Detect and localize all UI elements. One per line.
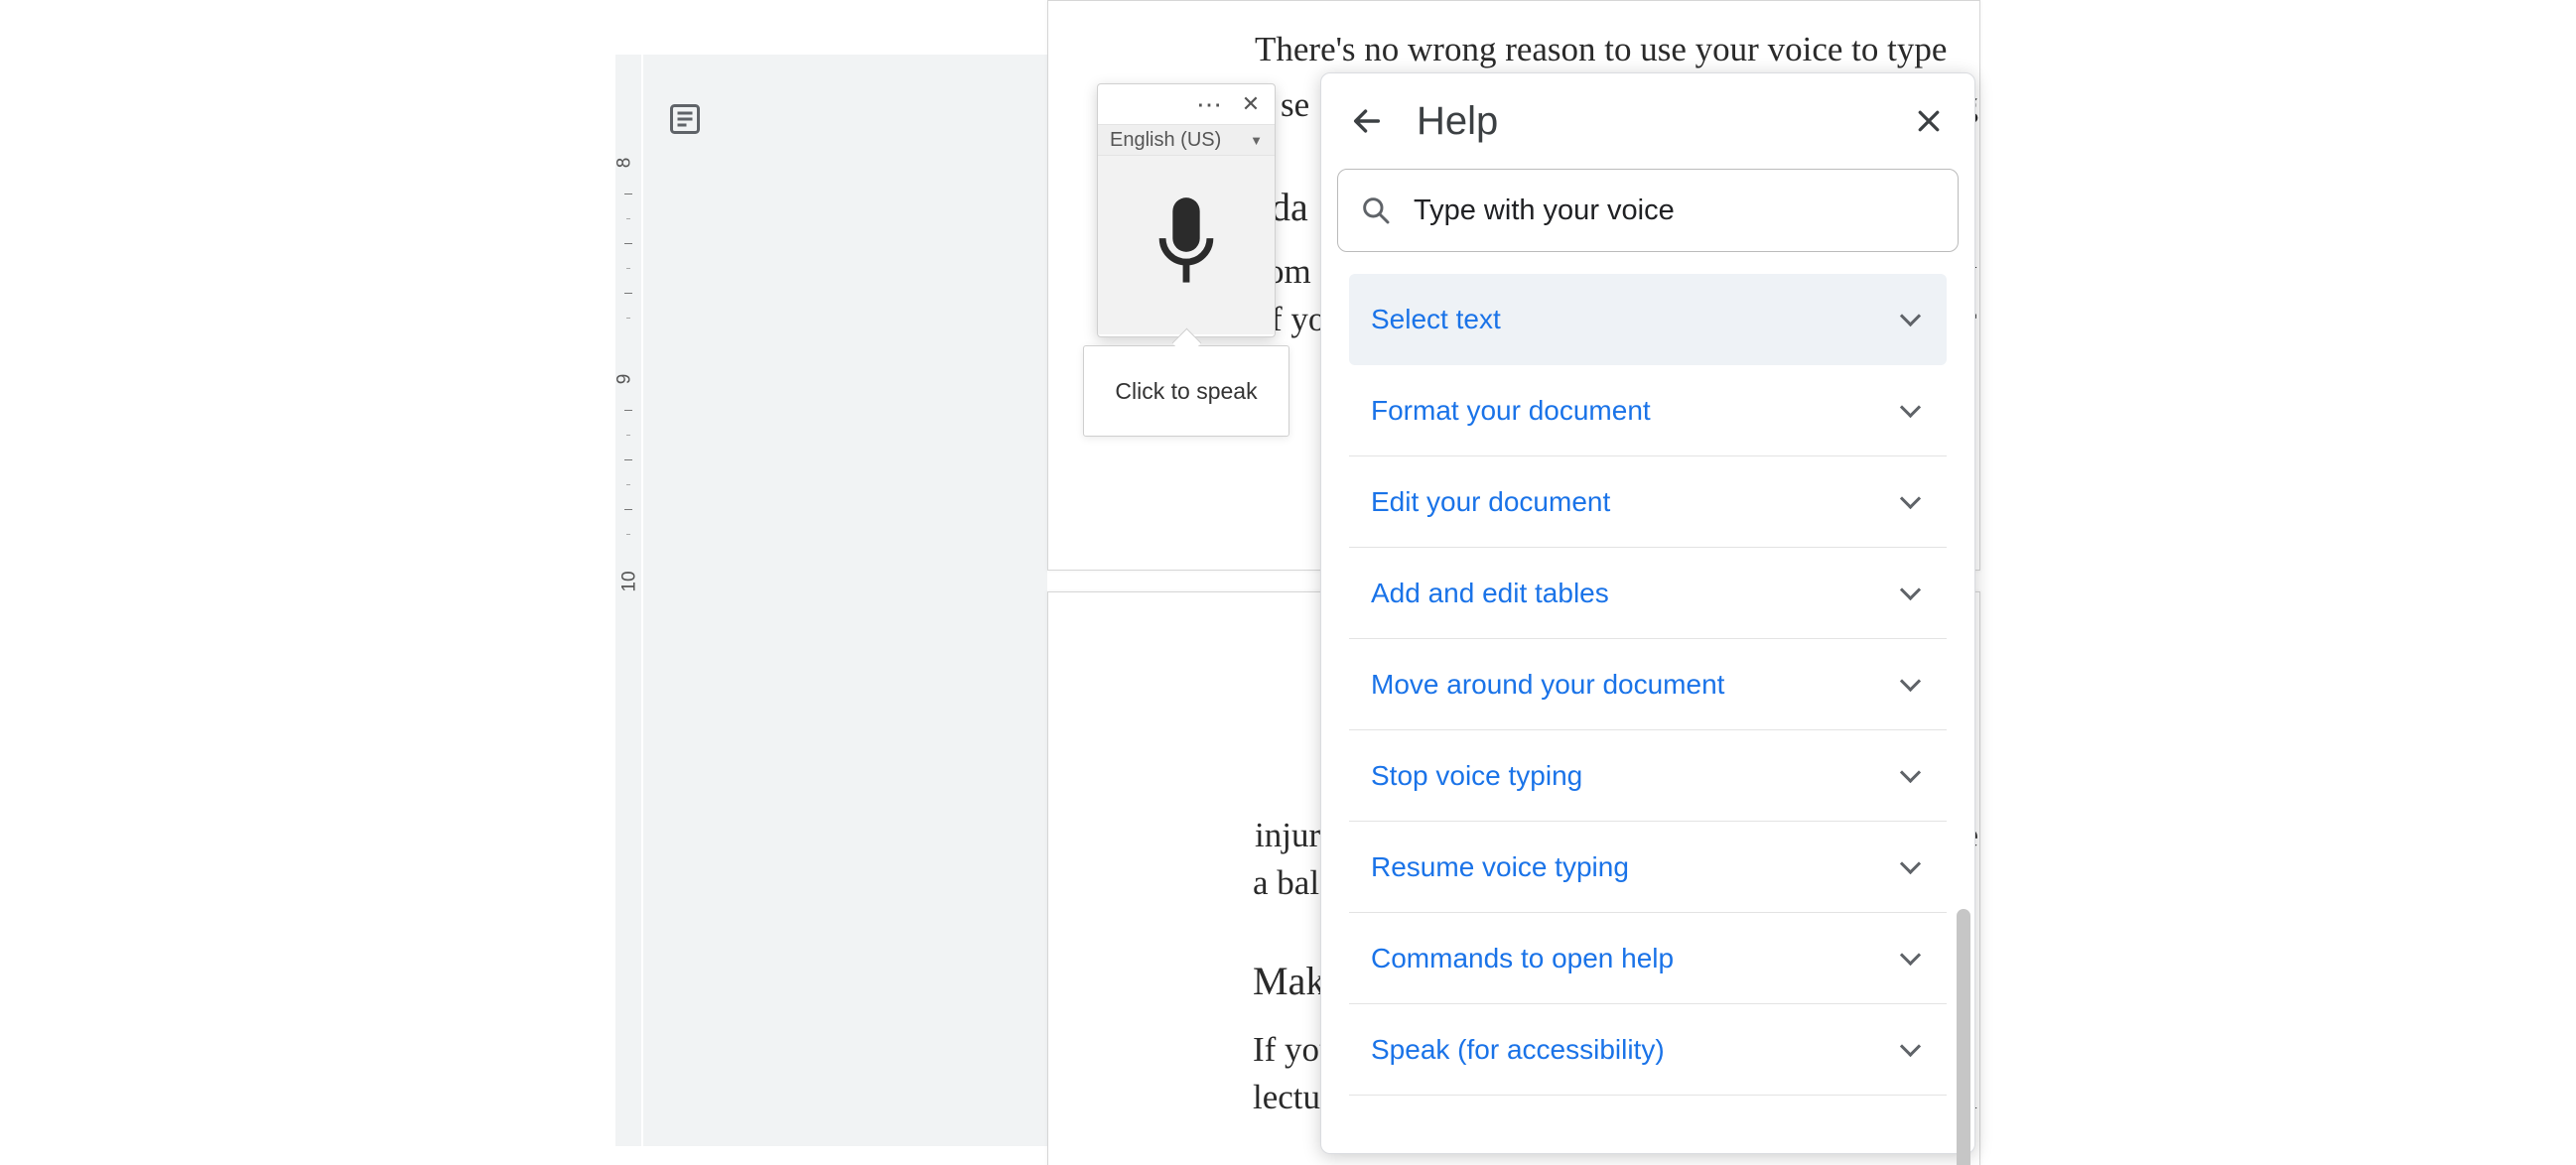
search-icon — [1360, 194, 1392, 226]
help-topic-move-around[interactable]: Move around your document — [1349, 639, 1947, 730]
help-topic-list: Select text Format your document Edit yo… — [1321, 274, 1974, 1153]
help-panel: Help Select text Format your document — [1320, 72, 1975, 1154]
dropdown-caret-icon: ▼ — [1250, 133, 1263, 148]
doc-text: There's no wrong reason to use your voic… — [1255, 26, 1947, 73]
voice-more-button[interactable]: ⋯ — [1191, 89, 1227, 119]
voice-language-dropdown[interactable]: English (US) ▼ — [1098, 124, 1275, 156]
ruler-label: 9 — [613, 374, 635, 385]
help-topic-label: Format your document — [1371, 395, 1651, 427]
help-topic-label: Move around your document — [1371, 669, 1724, 701]
help-title: Help — [1417, 99, 1879, 144]
chevron-down-icon — [1899, 763, 1925, 789]
help-topic-resume-voice-typing[interactable]: Resume voice typing — [1349, 822, 1947, 913]
voice-tooltip-text: Click to speak — [1115, 378, 1257, 405]
help-topic-label: Resume voice typing — [1371, 851, 1629, 883]
help-topic-commands-open-help[interactable]: Commands to open help — [1349, 913, 1947, 1004]
document-outline-button[interactable] — [663, 97, 707, 141]
help-search-box[interactable] — [1337, 169, 1959, 252]
outline-icon — [667, 101, 703, 137]
voice-tooltip: Click to speak — [1083, 345, 1289, 437]
voice-typing-panel[interactable]: ⋯ ✕ English (US) ▼ — [1097, 83, 1276, 337]
chevron-down-icon — [1899, 1037, 1925, 1063]
help-scrollbar-thumb[interactable] — [1957, 909, 1970, 1165]
chevron-down-icon — [1899, 854, 1925, 880]
chevron-down-icon — [1899, 307, 1925, 332]
help-header: Help — [1321, 73, 1974, 169]
help-close-button[interactable] — [1903, 95, 1955, 147]
doc-text: lectu — [1253, 1074, 1320, 1121]
doc-heading-fragment: da — [1271, 181, 1308, 235]
close-icon — [1914, 106, 1944, 136]
voice-language-label: English (US) — [1110, 129, 1221, 152]
help-topic-label: Stop voice typing — [1371, 760, 1582, 792]
ruler-label: 10 — [619, 571, 641, 591]
voice-close-button[interactable]: ✕ — [1233, 89, 1269, 119]
help-topic-speak-accessibility[interactable]: Speak (for accessibility) — [1349, 1004, 1947, 1096]
chevron-down-icon — [1899, 398, 1925, 424]
vertical-ruler: 8 9 10 — [615, 55, 641, 1146]
voice-mic-button[interactable] — [1098, 156, 1275, 334]
help-topic-label: Add and edit tables — [1371, 578, 1609, 609]
help-topic-label: Speak (for accessibility) — [1371, 1034, 1665, 1066]
close-icon: ✕ — [1242, 91, 1260, 117]
help-topic-edit-document[interactable]: Edit your document — [1349, 456, 1947, 548]
help-back-button[interactable] — [1341, 95, 1393, 147]
microphone-icon — [1146, 191, 1227, 300]
help-topic-format-document[interactable]: Format your document — [1349, 365, 1947, 456]
help-topic-label: Commands to open help — [1371, 943, 1674, 974]
arrow-left-icon — [1350, 104, 1384, 138]
chevron-down-icon — [1899, 489, 1925, 515]
left-margin — [643, 55, 1047, 1146]
chevron-down-icon — [1899, 581, 1925, 606]
doc-text: a bal — [1253, 859, 1319, 907]
more-icon: ⋯ — [1196, 89, 1222, 120]
help-topic-select-text[interactable]: Select text — [1349, 274, 1947, 365]
help-topic-add-edit-tables[interactable]: Add and edit tables — [1349, 548, 1947, 639]
doc-heading-fragment: Mak — [1253, 955, 1325, 1009]
chevron-down-icon — [1899, 672, 1925, 698]
help-topic-label: Select text — [1371, 304, 1501, 335]
help-topic-stop-voice-typing[interactable]: Stop voice typing — [1349, 730, 1947, 822]
doc-text: se — [1281, 81, 1309, 129]
help-topic-label: Edit your document — [1371, 486, 1610, 518]
chevron-down-icon — [1899, 946, 1925, 971]
ruler-label: 8 — [613, 158, 635, 169]
doc-text: injur — [1255, 812, 1320, 859]
help-search-input[interactable] — [1414, 194, 1936, 227]
